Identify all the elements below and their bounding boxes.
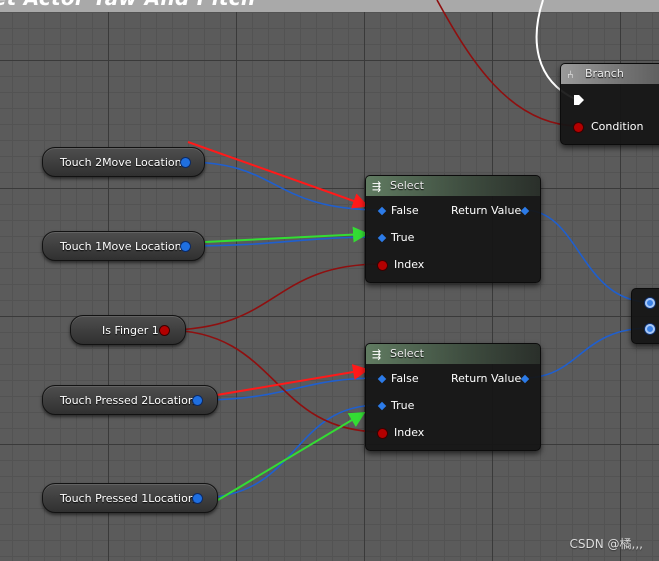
var-label: Touch 1Move Location — [60, 240, 182, 253]
bool-out-pin[interactable] — [160, 326, 169, 335]
vector-out-pin[interactable] — [181, 242, 190, 251]
branch-node[interactable]: ⑃ Branch Condition — [560, 63, 659, 145]
condition-wire[interactable] — [436, 0, 579, 127]
return-value-label-2: Return Value — [451, 372, 522, 385]
index-label-1: Index — [394, 258, 425, 271]
vector-out-pin[interactable] — [181, 158, 190, 167]
false-pin-2[interactable] — [377, 374, 387, 384]
target-input-pin-1[interactable] — [645, 298, 655, 308]
branch-title: Branch — [585, 67, 624, 80]
return-value-pin-2[interactable] — [520, 374, 530, 384]
false-label-1: False — [391, 204, 419, 217]
select-icon: ⇶ — [372, 180, 382, 193]
index-pin-2[interactable] — [378, 429, 387, 438]
select-header-1[interactable]: ⇶ Select — [366, 176, 540, 196]
branch-icon: ⑃ — [567, 68, 574, 81]
index-pin-1[interactable] — [378, 261, 387, 270]
var-touch-pressed-2location[interactable]: Touch Pressed 2Location — [42, 385, 218, 415]
index-label-2: Index — [394, 426, 425, 439]
select-node-1[interactable]: ⇶ Select False True Index Return Value — [365, 175, 541, 283]
annotation-arrow-red-1 — [187, 141, 369, 209]
wire-touch2move-to-select1-false[interactable] — [185, 161, 380, 211]
target-input-pin-2[interactable] — [645, 324, 655, 334]
wire-select1-return-out[interactable] — [523, 209, 651, 303]
vector-out-pin[interactable] — [193, 396, 202, 405]
var-is-finger-1[interactable]: Is Finger 1 — [70, 315, 186, 345]
vector-out-pin[interactable] — [193, 494, 202, 503]
select-node-2[interactable]: ⇶ Select False True Index Return Value — [365, 343, 541, 451]
return-value-label-1: Return Value — [451, 204, 522, 217]
var-label: Touch Pressed 1Location — [60, 492, 195, 505]
var-label: Is Finger 1 — [102, 324, 159, 337]
return-value-pin-1[interactable] — [520, 206, 530, 216]
branch-header[interactable]: ⑃ Branch — [561, 64, 659, 84]
true-label-1: True — [391, 231, 415, 244]
exec-in-pin[interactable] — [573, 94, 585, 106]
select-title-2: Select — [390, 347, 424, 360]
var-label: Touch Pressed 2Location — [60, 394, 195, 407]
watermark: CSDN @橘,,, — [569, 537, 643, 551]
condition-label: Condition — [591, 120, 644, 133]
select-title-1: Select — [390, 179, 424, 192]
true-pin-2[interactable] — [377, 401, 387, 411]
condition-pin[interactable] — [574, 123, 583, 132]
var-touch-1move-location[interactable]: Touch 1Move Location — [42, 231, 205, 261]
true-pin-1[interactable] — [377, 233, 387, 243]
wire-isfinger-to-select1-index[interactable] — [164, 263, 383, 331]
var-touch-pressed-1location[interactable]: Touch Pressed 1Location — [42, 483, 218, 513]
wire-touchpressed2-to-select2-false[interactable] — [197, 377, 380, 401]
false-pin-1[interactable] — [377, 206, 387, 216]
var-touch-2move-location[interactable]: Touch 2Move Location — [42, 147, 205, 177]
wire-isfinger-to-select2-index[interactable] — [164, 329, 383, 433]
false-label-2: False — [391, 372, 419, 385]
true-label-2: True — [391, 399, 415, 412]
var-label: Touch 2Move Location — [60, 156, 182, 169]
annotation-arrow-green-2 — [217, 411, 366, 501]
partial-target-node[interactable] — [631, 288, 659, 344]
annotation-arrow-red-2 — [204, 364, 369, 398]
select-icon: ⇶ — [372, 348, 382, 361]
select-header-2[interactable]: ⇶ Select — [366, 344, 540, 364]
